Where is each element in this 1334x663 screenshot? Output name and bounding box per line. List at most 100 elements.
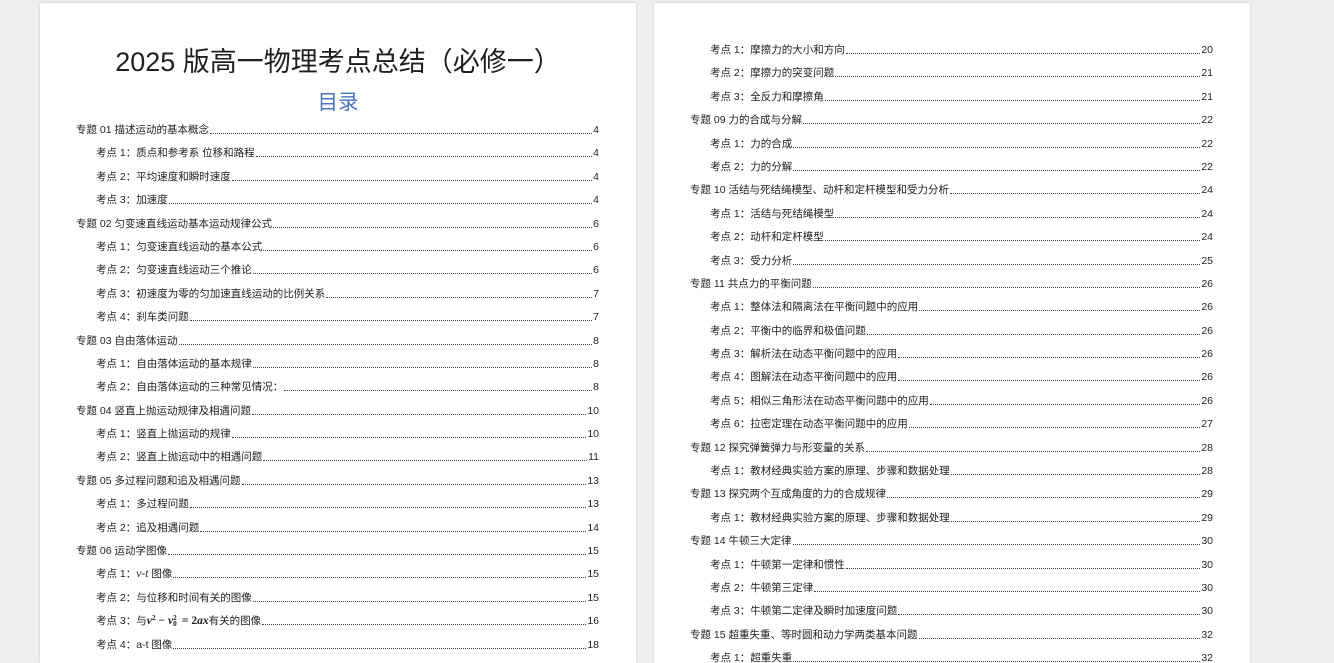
toc-topic-entry[interactable]: 专题 14 牛顿三大定律 30 (654, 530, 1250, 553)
toc-point-entry[interactable]: 考点 2：与位移和时间有关的图像 15 (40, 586, 636, 609)
dot-leader (812, 286, 1201, 288)
toc-point-entry[interactable]: 考点 2：追及相遇问题 14 (40, 516, 636, 539)
dot-leader (792, 544, 1201, 546)
toc-page-number: 6 (593, 264, 599, 277)
toc-topic-entry[interactable]: 专题 05 多过程问题和追及相遇问题 13 (40, 469, 636, 492)
dot-leader (200, 530, 587, 532)
toc-point-entry[interactable]: 考点 3：解析法在动态平衡问题中的应用 26 (654, 342, 1250, 365)
toc-page-number: 22 (1201, 160, 1213, 173)
toc-topic-entry[interactable]: 专题 10 活结与死结绳模型、动杆和定杆模型和受力分析 24 (654, 179, 1250, 202)
toc-entry-label: 专题 05 多过程问题和追及相遇问题 (76, 474, 241, 487)
toc-topic-entry[interactable]: 专题 12 探究弹簧弹力与形变量的关系 28 (654, 436, 1250, 459)
toc-point-entry[interactable]: 考点 1：自由落体运动的基本规律 8 (40, 352, 636, 375)
toc-page-number: 24 (1201, 184, 1213, 197)
toc-point-entry[interactable]: 考点 2：平均速度和瞬时速度 4 (40, 165, 636, 188)
toc-entry-label: 考点 2：动杆和定杆模型 (710, 231, 824, 244)
toc-page-number: 30 (1201, 581, 1213, 594)
toc-heading: 目录 (317, 91, 359, 114)
toc-point-entry[interactable]: 考点 3：受力分析 25 (654, 249, 1250, 272)
toc-point-entry[interactable]: 考点 1：匀变速直线运动的基本公式 6 (40, 235, 636, 258)
toc-point-entry[interactable]: 考点 1：摩擦力的大小和方向 20 (654, 38, 1250, 61)
toc-point-entry[interactable]: 考点 2：动杆和定杆模型 24 (654, 225, 1250, 248)
toc-entry-label: 考点 2：摩擦力的突变问题 (710, 67, 835, 80)
toc-point-entry[interactable]: 考点 6：拉密定理在动态平衡问题中的应用 27 (654, 413, 1250, 436)
toc-point-entry[interactable]: 考点 1：教材经典实验方案的原理、步骤和数据处理 29 (654, 506, 1250, 529)
toc-entry-label: 考点 6：拉密定理在动态平衡问题中的应用 (710, 418, 908, 431)
toc-page-number: 8 (593, 357, 599, 370)
toc-entry-label: 考点 1：教材经典实验方案的原理、步骤和数据处理 (710, 465, 950, 478)
toc-point-entry[interactable]: 考点 3：全反力和摩擦角 21 (654, 85, 1250, 108)
toc-point-entry[interactable]: 考点 3：牛顿第二定律及瞬时加速度问题 30 (654, 600, 1250, 623)
toc-point-entry[interactable]: 考点 1：超重失重 32 (654, 646, 1250, 663)
toc-topic-entry[interactable]: 专题 06 运动学图像 15 (40, 539, 636, 562)
toc-topic-entry[interactable]: 专题 03 自由落体运动 8 (40, 329, 636, 352)
toc-point-entry[interactable]: 考点 3：与v2 − v20 = 2ax有关的图像 16 (40, 610, 636, 633)
toc-entry-label: 专题 11 共点力的平衡问题 (690, 277, 812, 290)
toc-page-number: 7 (593, 311, 599, 324)
toc-point-entry[interactable]: 考点 1：v-t 图像 15 (40, 563, 636, 586)
dot-leader (168, 554, 587, 556)
toc-entry-label: 考点 2：平均速度和瞬时速度 (96, 170, 231, 183)
toc-page-number: 4 (593, 147, 599, 160)
label-text: 考点 1： (96, 568, 137, 581)
toc-point-entry[interactable]: 考点 1：活结与死结绳模型 24 (654, 202, 1250, 225)
toc-point-entry[interactable]: 考点 2：竖直上抛运动中的相遇问题 11 (40, 446, 636, 469)
toc-page-number: 28 (1201, 465, 1213, 478)
toc-page-number: 21 (1201, 90, 1213, 103)
toc-page-number: 15 (587, 568, 599, 581)
toc-point-entry[interactable]: 考点 2：自由落体运动的三种常见情况： 8 (40, 376, 636, 399)
dot-leader (231, 179, 593, 181)
toc-entry-label: 考点 2：牛顿第三定律 (710, 581, 814, 594)
toc-point-entry[interactable]: 考点 3：初速度为零的匀加速直线运动的比例关系 7 (40, 282, 636, 305)
dot-leader (252, 413, 587, 415)
toc-point-entry[interactable]: 考点 4：刹车类问题 7 (40, 305, 636, 328)
toc-point-entry[interactable]: 考点 1：竖直上抛运动的规律 10 (40, 422, 636, 445)
toc-entry-label: 考点 1：摩擦力的大小和方向 (710, 43, 845, 56)
toc-point-entry[interactable]: 考点 1：教材经典实验方案的原理、步骤和数据处理 28 (654, 459, 1250, 482)
toc-entry-label: 考点 2：自由落体运动的三种常见情况： (96, 381, 284, 394)
toc-topic-entry[interactable]: 专题 02 匀变速直线运动基本运动规律公式 6 (40, 212, 636, 235)
toc-page-number: 30 (1201, 605, 1213, 618)
toc-point-entry[interactable]: 考点 1：牛顿第一定律和惯性 30 (654, 553, 1250, 576)
toc-topic-entry[interactable]: 专题 09 力的合成与分解 22 (654, 108, 1250, 131)
toc-point-entry[interactable]: 考点 3：加速度 4 (40, 188, 636, 211)
toc-topic-entry[interactable]: 专题 01 描述运动的基本概念 4 (40, 118, 636, 141)
toc-entry-label: 考点 4：刹车类问题 (96, 311, 189, 324)
toc-page-number: 32 (1201, 628, 1213, 641)
toc-entry-label: 考点 2：力的分解 (710, 160, 793, 173)
toc-point-entry[interactable]: 考点 4：a-t 图像 18 (40, 633, 636, 656)
toc-point-entry[interactable]: 考点 2：摩擦力的突变问题 21 (654, 62, 1250, 85)
toc-entry-label: 考点 2：竖直上抛运动中的相遇问题 (96, 451, 263, 464)
toc-topic-entry[interactable]: 专题 04 竖直上抛运动规律及相遇问题 10 (40, 399, 636, 422)
toc-point-entry[interactable]: 考点 4：图解法在动态平衡问题中的应用 26 (654, 366, 1250, 389)
toc-point-entry[interactable]: 考点 2：力的分解 22 (654, 155, 1250, 178)
dot-leader (326, 296, 593, 298)
toc-topic-entry[interactable]: 专题 13 探究两个互成角度的力的合成规律 29 (654, 483, 1250, 506)
dot-leader (793, 661, 1201, 663)
toc-point-entry[interactable]: 考点 1：力的合成 22 (654, 132, 1250, 155)
toc-topic-entry[interactable]: 专题 15 超重失重、等时圆和动力学两类基本问题 32 (654, 623, 1250, 646)
document-viewport[interactable]: 2025 版高一物理考点总结（必修一） 目录 专题 01 描述运动的基本概念 4 考… (0, 0, 1334, 663)
toc-topic-entry[interactable]: 专题 11 共点力的平衡问题 26 (654, 272, 1250, 295)
toc-point-entry[interactable]: 考点 2：牛顿第三定律 30 (654, 576, 1250, 599)
dot-leader (263, 249, 593, 251)
toc-entry-label: 考点 3：初速度为零的匀加速直线运动的比例关系 (96, 287, 326, 300)
toc-entry-label: 考点 3：解析法在动态平衡问题中的应用 (710, 348, 898, 361)
toc-entry-label: 考点 3：全反力和摩擦角 (710, 90, 824, 103)
toc-point-entry[interactable]: 考点 5：相似三角形法在动态平衡问题中的应用 26 (654, 389, 1250, 412)
toc-page-number: 26 (1201, 324, 1213, 337)
dot-leader (919, 310, 1201, 312)
toc-point-entry[interactable]: 考点 2：平衡中的临界和极值问题 26 (654, 319, 1250, 342)
toc-point-entry[interactable]: 考点 1：质点和参考系 位移和路程 4 (40, 142, 636, 165)
math-variable: ax (197, 615, 209, 628)
toc-point-entry[interactable]: 考点 2：匀变速直线运动三个推论 6 (40, 259, 636, 282)
toc-page-number: 24 (1201, 231, 1213, 244)
dot-leader (887, 497, 1201, 499)
toc-point-entry[interactable]: 考点 1：整体法和隔离法在平衡问题中的应用 26 (654, 296, 1250, 319)
toc-point-entry[interactable]: 考点 1：多过程问题 13 (40, 493, 636, 516)
toc-page-number: 32 (1201, 652, 1213, 663)
toc-page-number: 15 (587, 545, 599, 558)
toc-page-number: 13 (587, 474, 599, 487)
toc-page-number: 8 (593, 334, 599, 347)
toc-page-number: 25 (1201, 254, 1213, 267)
